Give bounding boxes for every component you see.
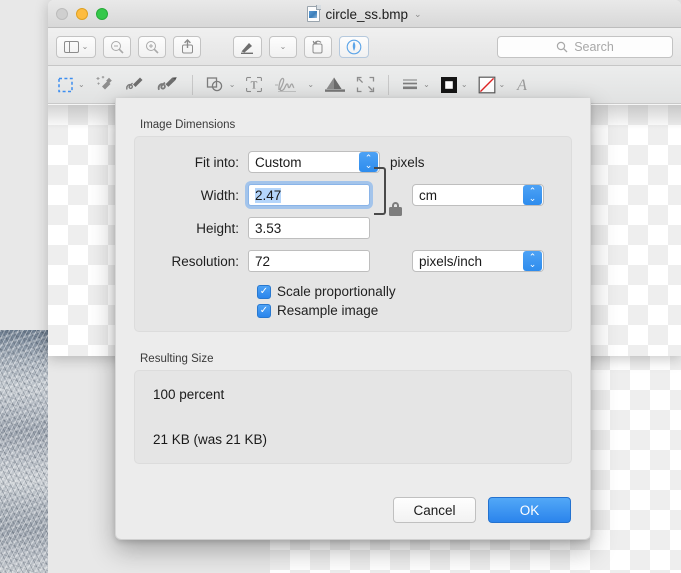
toolbar-divider: [388, 74, 390, 95]
resulting-filesize: 21 KB (was 21 KB): [153, 432, 268, 447]
chevron-down-icon: ⌄: [423, 80, 430, 89]
height-input[interactable]: 3.53: [248, 217, 370, 239]
image-dimensions-label: Image Dimensions: [140, 119, 236, 131]
link-bracket-icon: [374, 167, 386, 215]
size-unit-value: cm: [419, 187, 437, 203]
border-color-tool[interactable]: ⌄: [440, 76, 468, 94]
window-titlebar[interactable]: circle_ss.bmp ⌄: [48, 0, 681, 28]
fit-into-row: Fit into: Custom ⌃ ⌄ pixels: [135, 151, 571, 173]
size-unit-stepper-icon[interactable]: ⌃ ⌄: [523, 185, 542, 205]
adjust-color-tool[interactable]: [324, 76, 346, 93]
sketch-tool[interactable]: [125, 75, 147, 94]
instant-alpha-tool[interactable]: [95, 75, 115, 94]
chevron-down-icon: ⌄: [279, 42, 287, 51]
svg-text:T: T: [251, 80, 258, 92]
chevron-down-icon: ⌄: [307, 80, 315, 89]
fit-into-select[interactable]: Custom ⌃ ⌄: [248, 151, 380, 173]
adjust-size-tool[interactable]: [356, 76, 375, 93]
resulting-size-group: 100 percent 21 KB (was 21 KB): [134, 370, 572, 464]
size-unit-select[interactable]: cm ⌃ ⌄: [412, 184, 544, 206]
width-row: Width: 2.47: [135, 184, 370, 206]
resolution-label: Resolution:: [171, 253, 239, 269]
resample-image-label: Resample image: [277, 303, 379, 318]
search-placeholder: Search: [574, 39, 614, 54]
fit-into-unit: pixels: [390, 154, 425, 170]
dialog-button-row: Cancel OK: [393, 497, 571, 523]
height-value: 3.53: [255, 220, 282, 236]
height-row: Height: 3.53: [135, 217, 370, 239]
window-title-group: circle_ss.bmp ⌄: [48, 0, 681, 28]
chevron-down-icon: ⌄: [498, 80, 506, 89]
zoom-in-button[interactable]: [138, 35, 166, 58]
width-height-block: Width: 2.47 Height: 3.53 cm ⌃ ⌄: [135, 167, 571, 239]
resample-image-checkbox[interactable]: ✓: [257, 303, 271, 318]
fit-into-label: Fit into:: [194, 154, 239, 170]
text-tool[interactable]: T: [245, 76, 264, 93]
chevron-down-icon: ⌄: [228, 80, 236, 89]
resolution-value: 72: [255, 253, 271, 269]
resolution-unit-stepper-icon[interactable]: ⌃ ⌄: [523, 251, 542, 271]
chevron-down-icon: ⌄: [460, 80, 468, 89]
shapes-tool[interactable]: ⌄: [206, 76, 236, 93]
resolution-row: Resolution: 72 pixels/inch ⌃ ⌄: [135, 250, 571, 272]
desktop-wallpaper: [0, 330, 48, 573]
markup-options-button[interactable]: ⌄: [269, 35, 297, 58]
width-value: 2.47: [255, 187, 282, 203]
sidebar-view-button[interactable]: ⌄: [56, 35, 96, 58]
toolbar-divider: [191, 74, 193, 95]
signature-tool[interactable]: ⌄: [274, 75, 314, 94]
rotate-button[interactable]: [304, 35, 332, 58]
selection-tool[interactable]: ⌄: [58, 77, 85, 93]
image-size-dialog: Image Dimensions Fit into: Custom ⌃ ⌄ pix…: [115, 98, 591, 540]
resulting-size-label: Resulting Size: [140, 353, 214, 365]
main-toolbar: ⌄ ⌄ Search: [48, 28, 681, 66]
svg-text:A: A: [516, 77, 527, 93]
window-title: circle_ss.bmp: [325, 6, 408, 22]
document-icon: [307, 5, 322, 22]
cancel-button[interactable]: Cancel: [393, 497, 476, 523]
search-icon: [556, 41, 568, 52]
resample-image-row[interactable]: ✓ Resample image: [257, 303, 571, 318]
fill-color-tool[interactable]: ⌄: [478, 76, 506, 94]
fit-into-value: Custom: [255, 154, 302, 170]
markup-toggle-button[interactable]: [233, 35, 262, 58]
scale-proportionally-label: Scale proportionally: [277, 284, 396, 299]
share-button[interactable]: [173, 35, 201, 58]
resulting-percent: 100 percent: [153, 387, 225, 402]
width-input[interactable]: 2.47: [248, 184, 370, 206]
chevron-down-icon: ⌄: [81, 42, 89, 51]
resolution-input[interactable]: 72: [248, 250, 370, 272]
ok-button[interactable]: OK: [488, 497, 571, 523]
text-style-tool[interactable]: A: [515, 76, 530, 93]
width-label: Width:: [200, 187, 239, 203]
resolution-unit-value: pixels/inch: [419, 253, 483, 269]
lock-closed-icon: [389, 202, 402, 216]
scale-proportionally-checkbox[interactable]: ✓: [257, 284, 271, 299]
chevron-down-icon: ⌄: [78, 80, 85, 89]
draw-tool[interactable]: [157, 75, 179, 94]
zoom-out-button[interactable]: [103, 35, 131, 58]
search-input[interactable]: Search: [497, 35, 673, 58]
shape-style-tool[interactable]: ⌄: [402, 77, 430, 92]
height-label: Height:: [196, 220, 239, 236]
scale-proportionally-row[interactable]: ✓ Scale proportionally: [257, 284, 571, 299]
chevron-down-icon[interactable]: ⌄: [414, 9, 422, 20]
annotate-button[interactable]: [339, 35, 369, 58]
resolution-unit-select[interactable]: pixels/inch ⌃ ⌄: [412, 250, 544, 272]
image-dimensions-group: Fit into: Custom ⌃ ⌄ pixels Width: 2.47 H: [134, 136, 572, 332]
